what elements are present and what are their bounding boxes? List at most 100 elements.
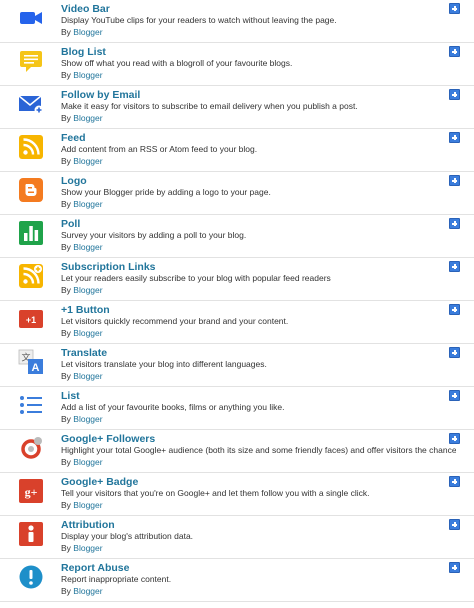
gadget-title[interactable]: Blog List	[61, 46, 106, 58]
author-link[interactable]: Blogger	[73, 371, 102, 381]
gadget-byline: By Blogger	[61, 371, 103, 382]
gadget-byline: By Blogger	[61, 70, 103, 81]
gadget-byline: By Blogger	[61, 586, 103, 597]
email-icon	[18, 91, 44, 117]
google-plus-followers-icon	[18, 435, 44, 461]
author-link[interactable]: Blogger	[73, 199, 102, 209]
svg-text:+1: +1	[26, 315, 36, 325]
gadget-title[interactable]: Subscription Links	[61, 261, 156, 273]
rss-icon	[18, 134, 44, 160]
gadget-byline: By Blogger	[61, 414, 103, 425]
gadget-description: Show your Blogger pride by adding a logo…	[61, 187, 271, 197]
poll-icon	[18, 220, 44, 246]
gadget-byline: By Blogger	[61, 27, 103, 38]
add-gadget-button[interactable]	[449, 132, 460, 143]
add-gadget-button[interactable]	[449, 304, 460, 315]
add-gadget-button[interactable]	[449, 89, 460, 100]
add-gadget-button[interactable]	[449, 261, 460, 272]
gadget-row: Blog List Show off what you read with a …	[0, 43, 474, 86]
attribution-icon	[18, 521, 44, 547]
add-gadget-button[interactable]	[449, 519, 460, 530]
add-gadget-button[interactable]	[449, 390, 460, 401]
gadget-description: Show off what you read with a blogroll o…	[61, 58, 293, 68]
gadget-row: Google+ Followers Highlight your total G…	[0, 430, 474, 473]
gadget-byline: By Blogger	[61, 113, 103, 124]
byline-prefix: By	[61, 328, 71, 338]
gadget-description: Highlight your total Google+ audience (b…	[61, 445, 456, 455]
gadget-list: Video Bar Display YouTube clips for your…	[0, 0, 474, 602]
gadget-byline: By Blogger	[61, 199, 103, 210]
plus-one-icon: +1	[18, 306, 44, 332]
gadget-description: Make it easy for visitors to subscribe t…	[61, 101, 358, 111]
gadget-row: Follow by Email Make it easy for visitor…	[0, 86, 474, 129]
add-gadget-button[interactable]	[449, 476, 460, 487]
subscription-rss-icon	[18, 263, 44, 289]
gadget-title[interactable]: Google+ Followers	[61, 433, 155, 445]
svg-text:A: A	[32, 362, 40, 374]
gadget-row: Poll Survey your visitors by adding a po…	[0, 215, 474, 258]
author-link[interactable]: Blogger	[73, 242, 102, 252]
add-gadget-button[interactable]	[449, 562, 460, 573]
gadget-description: Display YouTube clips for your readers t…	[61, 15, 337, 25]
author-link[interactable]: Blogger	[73, 500, 102, 510]
gadget-row: Feed Add content from an RSS or Atom fee…	[0, 129, 474, 172]
gadget-byline: By Blogger	[61, 285, 103, 296]
byline-prefix: By	[61, 242, 71, 252]
author-link[interactable]: Blogger	[73, 543, 102, 553]
gadget-row: 文A Translate Let visitors translate your…	[0, 344, 474, 387]
gadget-byline: By Blogger	[61, 242, 103, 253]
gadget-row: Attribution Display your blog's attribut…	[0, 516, 474, 559]
author-link[interactable]: Blogger	[73, 70, 102, 80]
gadget-row: Report Abuse Report inappropriate conten…	[0, 559, 474, 602]
gadget-title[interactable]: Logo	[61, 175, 87, 187]
add-gadget-button[interactable]	[449, 218, 460, 229]
add-gadget-button[interactable]	[449, 347, 460, 358]
add-gadget-button[interactable]	[449, 3, 460, 14]
byline-prefix: By	[61, 457, 71, 467]
add-gadget-button[interactable]	[449, 433, 460, 444]
gadget-title[interactable]: +1 Button	[61, 304, 110, 316]
gadget-title[interactable]: Translate	[61, 347, 107, 359]
author-link[interactable]: Blogger	[73, 586, 102, 596]
google-plus-badge-icon: g+	[18, 478, 44, 504]
gadget-byline: By Blogger	[61, 500, 103, 511]
gadget-row: +1 +1 Button Let visitors quickly recomm…	[0, 301, 474, 344]
author-link[interactable]: Blogger	[73, 285, 102, 295]
gadget-description: Add a list of your favourite books, film…	[61, 402, 285, 412]
byline-prefix: By	[61, 285, 71, 295]
gadget-description: Survey your visitors by adding a poll to…	[61, 230, 247, 240]
gadget-row: Logo Show your Blogger pride by adding a…	[0, 172, 474, 215]
gadget-title[interactable]: Feed	[61, 132, 86, 144]
author-link[interactable]: Blogger	[73, 27, 102, 37]
svg-text:g+: g+	[25, 485, 38, 499]
gadget-description: Let visitors quickly recommend your bran…	[61, 316, 289, 326]
byline-prefix: By	[61, 371, 71, 381]
gadget-title[interactable]: Attribution	[61, 519, 115, 531]
gadget-title[interactable]: Google+ Badge	[61, 476, 138, 488]
gadget-title[interactable]: Report Abuse	[61, 562, 129, 574]
gadget-description: Display your blog's attribution data.	[61, 531, 194, 541]
author-link[interactable]: Blogger	[73, 457, 102, 467]
byline-prefix: By	[61, 543, 71, 553]
byline-prefix: By	[61, 199, 71, 209]
add-gadget-button[interactable]	[449, 175, 460, 186]
gadget-byline: By Blogger	[61, 543, 103, 554]
author-link[interactable]: Blogger	[73, 328, 102, 338]
gadget-title[interactable]: List	[61, 390, 80, 402]
gadget-title[interactable]: Follow by Email	[61, 89, 140, 101]
byline-prefix: By	[61, 113, 71, 123]
author-link[interactable]: Blogger	[73, 113, 102, 123]
gadget-row: g+ Google+ Badge Tell your visitors that…	[0, 473, 474, 516]
author-link[interactable]: Blogger	[73, 156, 102, 166]
author-link[interactable]: Blogger	[73, 414, 102, 424]
gadget-byline: By Blogger	[61, 457, 103, 468]
blogger-logo-icon	[18, 177, 44, 203]
gadget-title[interactable]: Poll	[61, 218, 80, 230]
byline-prefix: By	[61, 586, 71, 596]
byline-prefix: By	[61, 414, 71, 424]
gadget-byline: By Blogger	[61, 328, 103, 339]
blog-list-icon	[18, 48, 44, 74]
gadget-byline: By Blogger	[61, 156, 103, 167]
add-gadget-button[interactable]	[449, 46, 460, 57]
gadget-title[interactable]: Video Bar	[61, 3, 110, 15]
